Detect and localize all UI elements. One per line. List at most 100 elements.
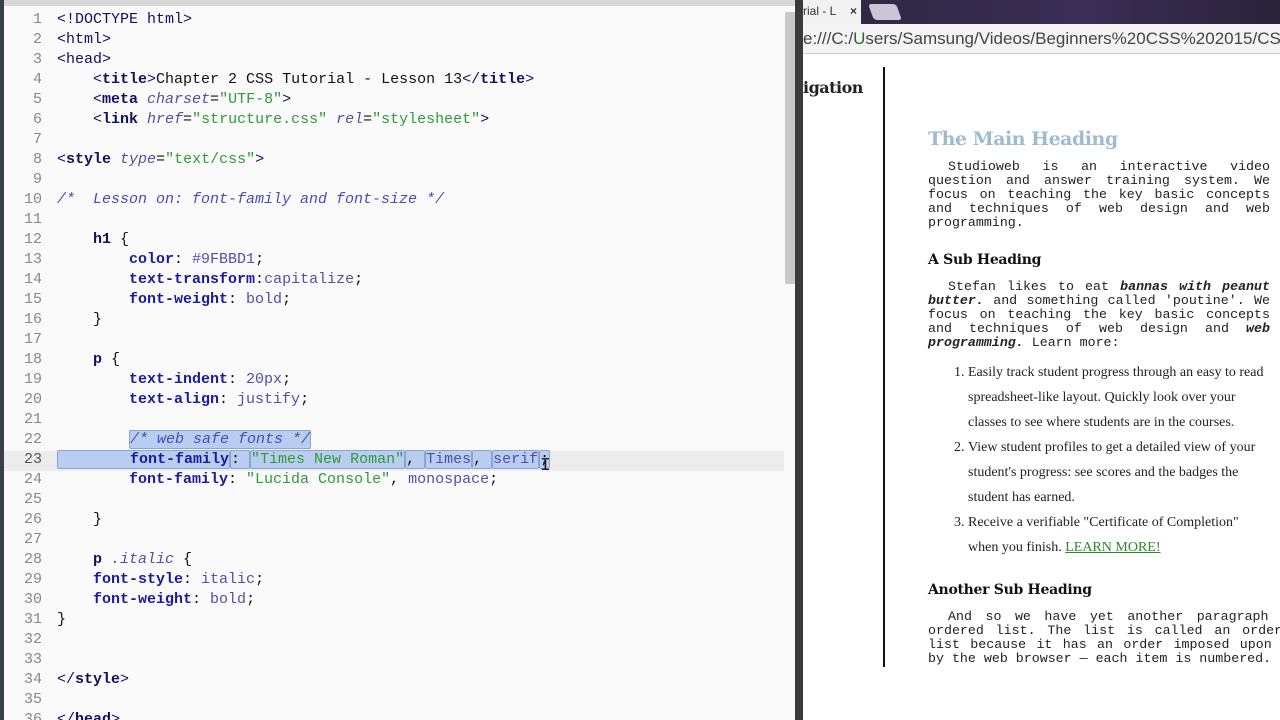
line-number: 32 bbox=[23, 631, 42, 648]
list-item: Easily track student progress through an… bbox=[968, 360, 1270, 435]
code-token: title bbox=[480, 71, 526, 88]
code-line[interactable]: 21 bbox=[4, 411, 784, 431]
code-line[interactable]: 20 text-align: justify; bbox=[4, 391, 784, 411]
code-line[interactable]: 7 bbox=[4, 131, 784, 151]
new-tab-button[interactable] bbox=[868, 4, 902, 20]
code-token: : bbox=[228, 371, 247, 388]
line-text: text-indent: 20px; bbox=[57, 371, 291, 388]
code-token: </ bbox=[57, 671, 76, 688]
code-line[interactable]: 13 color: #9FBBD1; bbox=[4, 251, 784, 271]
main-heading: The Main Heading bbox=[928, 128, 1118, 150]
code-line[interactable]: 28 p .italic { bbox=[4, 551, 784, 571]
code-token: ; bbox=[282, 291, 292, 308]
code-token: > bbox=[111, 711, 121, 720]
code-line[interactable]: 17 bbox=[4, 331, 784, 351]
line-text: <title>Chapter 2 CSS Tutorial - Lesson 1… bbox=[57, 71, 534, 88]
code-token: bold bbox=[210, 591, 247, 608]
code-token: { bbox=[174, 551, 193, 568]
code-token: = bbox=[210, 91, 220, 108]
code-line[interactable]: 26 } bbox=[4, 511, 784, 531]
address-prefix: e:///C:/ bbox=[803, 29, 854, 48]
line-text: </style> bbox=[57, 671, 129, 688]
code-line[interactable]: 30 font-weight: bold; bbox=[4, 591, 784, 611]
code-line[interactable]: 11 bbox=[4, 211, 784, 231]
code-line[interactable]: 16 } bbox=[4, 311, 784, 331]
code-token: Chapter 2 CSS Tutorial - Lesson 13 bbox=[156, 71, 463, 88]
code-line[interactable]: 1 <!DOCTYPE html> bbox=[4, 11, 784, 31]
code-line[interactable]: 3 <head> bbox=[4, 51, 784, 71]
code-line[interactable]: 23 font-family: "Times New Roman", Times… bbox=[4, 450, 784, 471]
line-number: 25 bbox=[23, 491, 42, 508]
nav-divider bbox=[883, 67, 885, 667]
code-line[interactable]: 10 /* Lesson on: font-family and font-siz… bbox=[4, 191, 784, 211]
line-number: 4 bbox=[32, 71, 42, 88]
text-cursor-icon: I bbox=[540, 456, 551, 476]
line-text: font-weight: bold; bbox=[57, 591, 255, 608]
code-line[interactable]: 15 font-weight: bold; bbox=[4, 291, 784, 311]
line-number: 16 bbox=[23, 311, 42, 328]
code-token: : bbox=[255, 271, 265, 288]
code-token: : bbox=[174, 251, 193, 268]
code-token: charset bbox=[138, 91, 211, 108]
code-line[interactable]: 35 bbox=[4, 691, 784, 711]
code-line[interactable]: 14 text-transform:capitalize; bbox=[4, 271, 784, 291]
code-token: font-weight bbox=[57, 591, 193, 608]
code-editor[interactable]: 1 <!DOCTYPE html> 2 <html> 3 <head> 4 <title>C… bbox=[0, 0, 795, 720]
code-line[interactable]: 32 bbox=[4, 631, 784, 651]
code-line[interactable]: 29 font-style: italic; bbox=[4, 571, 784, 591]
code-token: > bbox=[282, 91, 292, 108]
code-line[interactable]: 4 <title>Chapter 2 CSS Tutorial - Lesson… bbox=[4, 71, 784, 91]
code-token: "stylesheet" bbox=[372, 111, 481, 128]
code-token: text-transform bbox=[57, 271, 256, 288]
code-token: #9FBBD1 bbox=[192, 251, 256, 268]
code-lines[interactable]: 1 <!DOCTYPE html> 2 <html> 3 <head> 4 <title>C… bbox=[4, 11, 784, 720]
code-token: head bbox=[75, 711, 112, 720]
code-token: : bbox=[228, 291, 247, 308]
editor-scrollbar[interactable] bbox=[785, 12, 795, 284]
code-token: color bbox=[57, 251, 175, 268]
code-line[interactable]: 18 p { bbox=[4, 351, 784, 371]
code-token: = bbox=[363, 111, 373, 128]
line-text: } bbox=[57, 311, 102, 328]
address-bar[interactable]: e:///C:/Users/Samsung/Videos/Beginners%2… bbox=[803, 24, 1280, 54]
address-user-highlight: U bbox=[853, 29, 866, 48]
line-text: color: #9FBBD1; bbox=[57, 251, 264, 268]
line-number: 21 bbox=[23, 411, 42, 428]
code-token: font-style bbox=[57, 571, 184, 588]
code-line[interactable]: 19 text-indent: 20px; bbox=[4, 371, 784, 391]
line-number: 3 bbox=[32, 51, 42, 68]
code-line[interactable]: 36 </head> bbox=[4, 711, 784, 720]
code-line[interactable]: 9 bbox=[4, 171, 784, 191]
code-token: </ bbox=[57, 711, 76, 720]
code-token: text-align bbox=[57, 391, 220, 408]
code-line[interactable]: 24 font-family: "Lucida Console", monosp… bbox=[4, 471, 784, 491]
line-text: } bbox=[57, 511, 102, 528]
code-token: link bbox=[102, 111, 139, 128]
code-token: href bbox=[138, 111, 184, 128]
close-tab-icon[interactable]: × bbox=[850, 0, 857, 22]
code-token: </ bbox=[462, 71, 481, 88]
code-token: <head> bbox=[57, 51, 112, 68]
code-line[interactable]: 12 h1 { bbox=[4, 231, 784, 251]
line-number: 33 bbox=[23, 651, 42, 668]
ordered-list: Easily track student progress through an… bbox=[968, 360, 1270, 560]
code-token: > bbox=[525, 71, 535, 88]
code-line[interactable]: 25 bbox=[4, 491, 784, 511]
window-divider bbox=[795, 0, 803, 720]
line-number: 5 bbox=[32, 91, 42, 108]
code-line[interactable]: 8 <style type="text/css"> bbox=[4, 151, 784, 171]
code-line[interactable]: 34 </style> bbox=[4, 671, 784, 691]
learn-more-link[interactable]: LEARN MORE! bbox=[1065, 540, 1160, 555]
code-line[interactable]: 6 <link href="structure.css" rel="styles… bbox=[4, 111, 784, 131]
code-line[interactable]: 2 <html> bbox=[4, 31, 784, 51]
code-line[interactable]: 5 <meta charset="UTF-8"> bbox=[4, 91, 784, 111]
code-token: meta bbox=[102, 91, 139, 108]
code-token: Times bbox=[425, 450, 473, 469]
line-number: 12 bbox=[23, 231, 42, 248]
browser-tab[interactable]: rial - L × bbox=[803, 0, 861, 24]
code-line[interactable]: 27 bbox=[4, 531, 784, 551]
code-line[interactable]: 31} bbox=[4, 611, 784, 631]
code-line[interactable]: 22 /* web safe fonts */ bbox=[4, 430, 784, 451]
code-token: "Times New Roman" bbox=[250, 450, 406, 469]
code-line[interactable]: 33 bbox=[4, 651, 784, 671]
